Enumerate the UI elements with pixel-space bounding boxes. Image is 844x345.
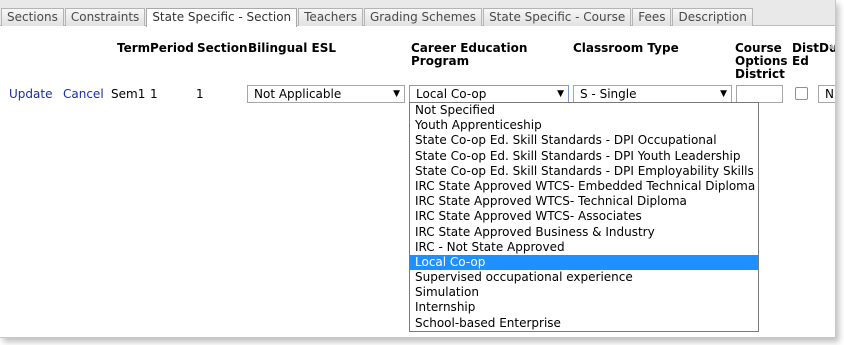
career-option[interactable]: IRC State Approved Business & Industry <box>410 225 758 240</box>
career-option[interactable]: State Co-op Ed. Skill Standards - DPI Yo… <box>410 149 758 164</box>
column-header-classroom-type: Classroom Type <box>573 41 679 55</box>
column-header-bilingual-esl: Bilingual ESL <box>248 41 337 55</box>
section-editor-panel: Sections Constraints State Specific - Sect… <box>0 0 836 338</box>
section-value: 1 <box>196 87 204 101</box>
career-education-selected-value: Local Co-op <box>416 87 487 101</box>
tab-bar: Sections Constraints State Specific - Sect… <box>0 0 835 27</box>
career-option[interactable]: IRC State Approved WTCS- Embedded Techni… <box>410 179 758 194</box>
cancel-link[interactable]: Cancel <box>63 87 104 101</box>
career-option[interactable]: Supervised occupational experience <box>410 270 758 285</box>
career-option[interactable]: State Co-op Ed. Skill Standards - DPI Em… <box>410 164 758 179</box>
tab-sections[interactable]: Sections <box>1 8 64 26</box>
dropdown-arrow-icon: ▼ <box>720 89 727 99</box>
career-option[interactable]: Youth Apprenticeship <box>410 118 758 133</box>
career-education-program-select[interactable]: Local Co-op ▼ <box>409 85 569 103</box>
dist-ed-checkbox[interactable] <box>795 87 808 100</box>
career-option[interactable]: IRC State Approved WTCS- Associates <box>410 209 758 224</box>
tab-grading-schemes[interactable]: Grading Schemes <box>363 8 483 26</box>
tab-state-specific-section[interactable]: State Specific - Section <box>146 8 298 27</box>
column-header-course-options-district: Course Options District <box>735 42 788 81</box>
career-option[interactable]: Internship <box>410 300 758 315</box>
career-option[interactable]: Simulation <box>410 285 758 300</box>
classroom-type-select[interactable]: S - Single ▼ <box>573 85 732 103</box>
period-value: 1 <box>150 87 158 101</box>
career-option-selected[interactable]: Local Co-op <box>410 254 758 271</box>
classroom-type-selected-value: S - Single <box>580 87 637 101</box>
tab-description[interactable]: Description <box>672 8 753 26</box>
column-header-term: Term <box>117 41 151 55</box>
career-education-options-list[interactable]: Not Specified Youth Apprenticeship State C… <box>409 102 759 332</box>
update-link[interactable]: Update <box>9 87 52 101</box>
course-options-district-input[interactable] <box>736 85 783 103</box>
career-header-line-2: Program <box>411 54 470 68</box>
course-header-line-3: District <box>735 67 785 81</box>
career-option[interactable]: School-based Enterprise <box>410 316 758 331</box>
tab-fees[interactable]: Fees <box>632 8 672 26</box>
dropdown-arrow-icon: ▼ <box>393 89 400 99</box>
column-header-period: Period <box>150 41 194 55</box>
tab-teachers[interactable]: Teachers <box>298 8 363 26</box>
column-header-dist-ed: Dist Ed <box>792 42 819 68</box>
bilingual-esl-select[interactable]: Not Applicable ▼ <box>247 85 405 103</box>
du-input[interactable]: N <box>818 85 835 103</box>
career-option[interactable]: Not Specified <box>410 103 758 118</box>
career-option[interactable]: State Co-op Ed. Skill Standards - DPI Oc… <box>410 133 758 148</box>
tab-state-specific-course[interactable]: State Specific - Course <box>483 8 632 26</box>
dropdown-arrow-icon: ▼ <box>557 89 564 99</box>
dist-header-line-2: Ed <box>792 54 809 68</box>
term-value: Sem1 <box>111 87 146 101</box>
tab-constraints[interactable]: Constraints <box>64 8 146 26</box>
column-header-section: Section <box>197 41 248 55</box>
scroll-up-arrow-icon[interactable]: ▲ <box>829 42 835 50</box>
career-option[interactable]: IRC - Not State Approved <box>410 240 758 255</box>
bilingual-esl-selected-value: Not Applicable <box>254 87 342 101</box>
career-option[interactable]: IRC State Approved WTCS- Technical Diplo… <box>410 194 758 209</box>
column-header-career-education-program: Career Education Program <box>411 42 527 68</box>
